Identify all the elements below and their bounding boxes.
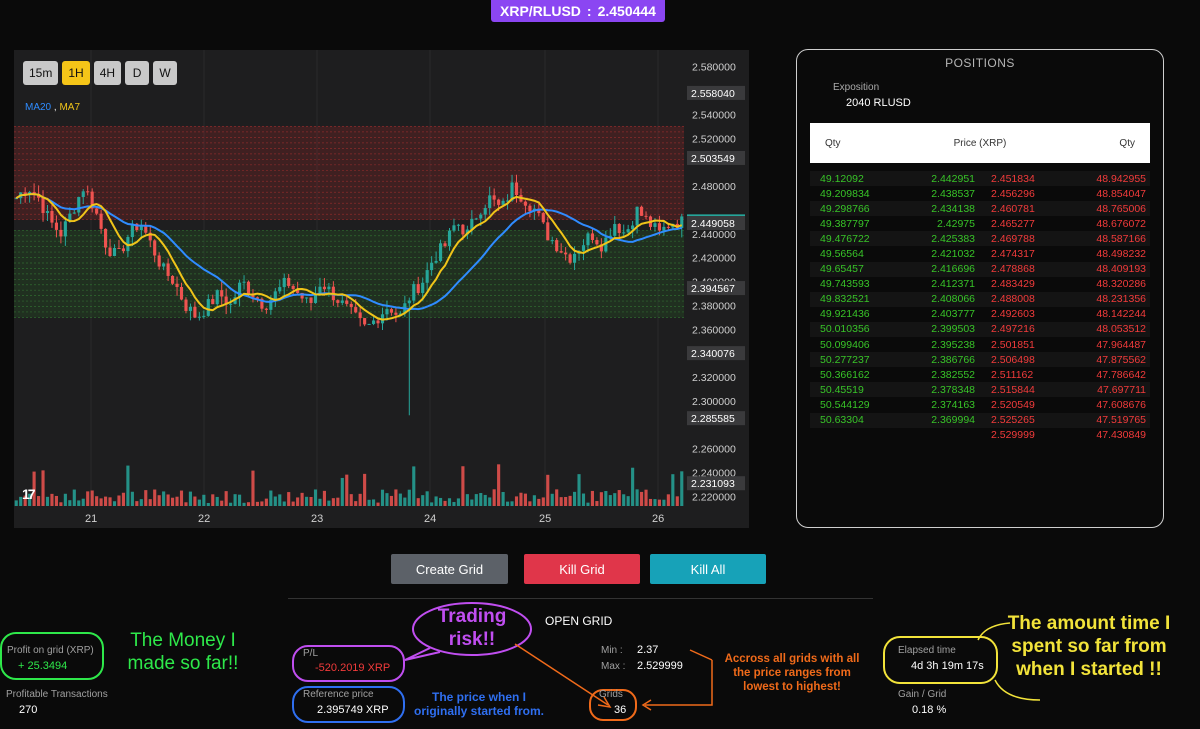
ranges-note: Accross all grids with all the price ran… bbox=[724, 653, 860, 693]
grids-label: Grids bbox=[599, 689, 623, 700]
elapsed-value: 4d 3h 19m 17s bbox=[911, 660, 984, 672]
max-label: Max : bbox=[601, 661, 626, 672]
grids-value: 36 bbox=[614, 704, 627, 716]
elapsed-label: Elapsed time bbox=[898, 645, 956, 656]
time-arrow-bottom bbox=[994, 679, 1041, 701]
time-note: The amount time I spent so far from when… bbox=[1007, 613, 1171, 680]
risk-arrow bbox=[514, 643, 609, 706]
risk-note: Trading risk!! bbox=[437, 606, 507, 650]
max-value: 2.529999 bbox=[637, 660, 683, 672]
min-value: 2.37 bbox=[637, 644, 659, 656]
gain-value: 0.18 % bbox=[912, 704, 947, 716]
open-grid-title: OPEN GRID bbox=[545, 614, 613, 628]
min-label: Min : bbox=[601, 645, 623, 656]
gain-label: Gain / Grid bbox=[898, 689, 947, 700]
ranges-arrow-top bbox=[689, 649, 713, 661]
